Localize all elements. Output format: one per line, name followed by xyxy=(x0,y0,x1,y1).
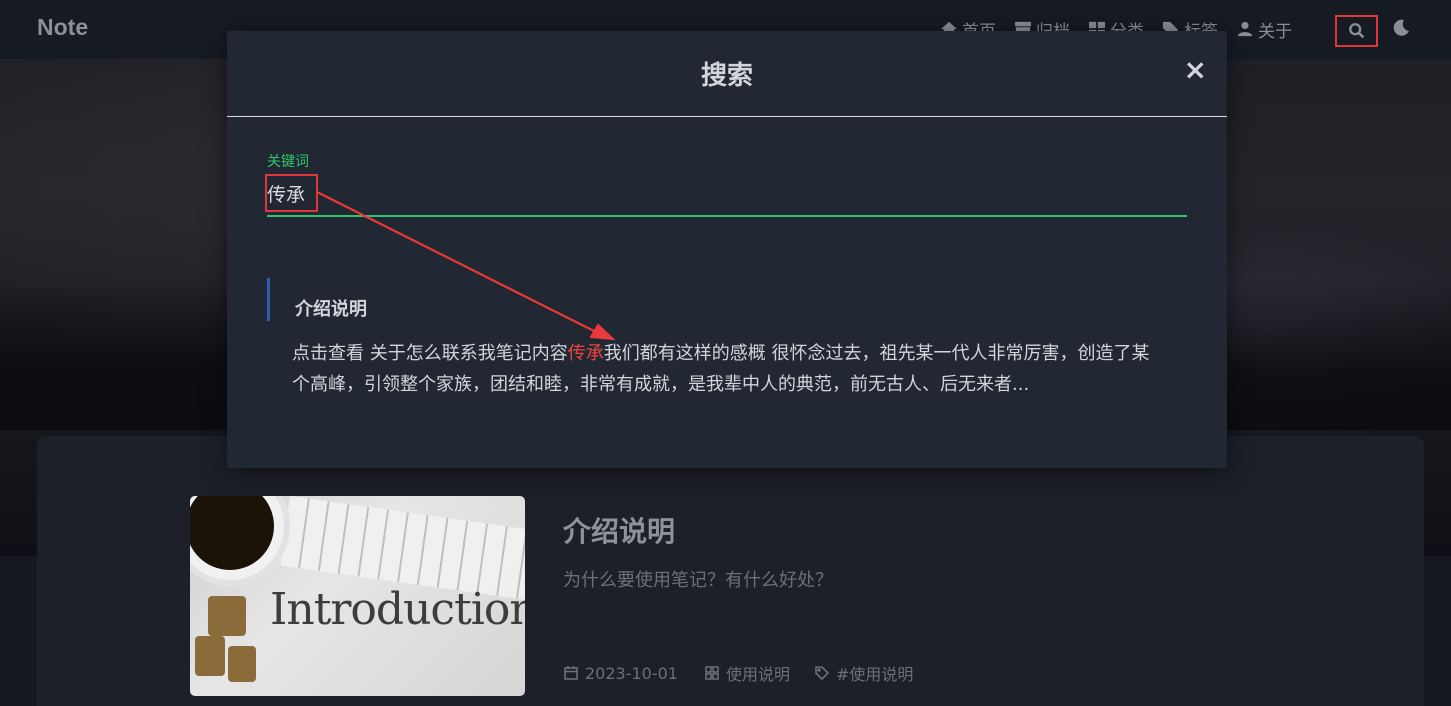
search-result-title[interactable]: 介绍说明 xyxy=(295,295,1187,321)
nav-item-about[interactable]: 关于 xyxy=(1236,16,1292,42)
search-icon xyxy=(1348,23,1364,39)
coffee-mug-image xyxy=(190,496,290,586)
post-tag-text: #使用说明 xyxy=(836,665,914,684)
user-icon xyxy=(1237,21,1253,37)
post-meta: 2023-10-01 使用说明 #使用说明 xyxy=(563,661,939,685)
calendar-icon xyxy=(564,666,578,680)
post-subtitle: 为什么要使用笔记？有什么好处？ xyxy=(563,570,833,591)
post-thumbnail[interactable]: Introduction xyxy=(190,496,525,696)
keyword-label: 关键词 xyxy=(267,154,309,170)
snippet-text: 点击查看 关于怎么联系我笔记内容 xyxy=(292,343,568,364)
search-button[interactable] xyxy=(1335,15,1378,47)
modal-header: 搜索 × xyxy=(227,31,1227,117)
modal-title: 搜索 xyxy=(700,61,753,91)
post-date-text: 2023-10-01 xyxy=(585,663,678,683)
search-result-item[interactable]: 介绍说明 xyxy=(267,278,1187,321)
moon-icon[interactable] xyxy=(1391,18,1411,38)
close-icon[interactable]: × xyxy=(1184,56,1207,84)
site-brand[interactable]: Note xyxy=(37,14,88,41)
cookie-image xyxy=(208,596,246,636)
cookie-image xyxy=(195,636,225,676)
post-category[interactable]: 使用说明 xyxy=(704,661,790,685)
cookie-image xyxy=(228,646,256,682)
post-category-text: 使用说明 xyxy=(725,665,790,684)
category-icon xyxy=(705,666,719,680)
tag-icon xyxy=(815,666,830,681)
nav-item-label: 关于 xyxy=(1258,21,1292,42)
search-input[interactable] xyxy=(267,171,1187,217)
post-tag[interactable]: #使用说明 xyxy=(814,661,913,685)
search-modal: 搜索 × 关键词 介绍说明 点击查看 关于怎么联系我笔记内容传承我们都有这样的感… xyxy=(227,31,1227,468)
post-title[interactable]: 介绍说明 xyxy=(563,510,675,550)
thumbnail-caption: Introduction xyxy=(270,584,525,635)
search-result-snippet[interactable]: 点击查看 关于怎么联系我笔记内容传承我们都有这样的感概 很怀念过去，祖先某一代人… xyxy=(292,338,1162,400)
post-date: 2023-10-01 xyxy=(563,664,678,683)
snippet-match-highlight: 传承 xyxy=(567,343,604,364)
